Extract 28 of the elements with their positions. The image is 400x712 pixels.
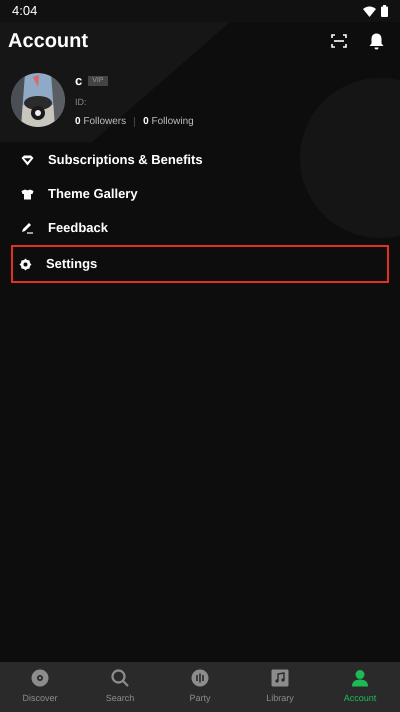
nav-tab[interactable]: Search	[80, 662, 160, 712]
person-icon	[351, 668, 369, 687]
notification-bell-icon[interactable]	[369, 32, 384, 50]
user-name: c	[75, 72, 82, 90]
gear-icon	[19, 258, 32, 270]
music-note-icon	[271, 668, 289, 687]
page-title: Account	[8, 29, 88, 54]
search-icon	[111, 668, 129, 687]
nav-tab[interactable]: Account	[320, 662, 400, 712]
disc-icon	[31, 668, 49, 687]
nav-tab[interactable]: Discover	[0, 662, 80, 712]
followers-link[interactable]: 0 Followers	[75, 114, 126, 129]
party-icon	[191, 668, 209, 687]
diamond-icon	[21, 154, 34, 166]
menu-item[interactable]: Subscriptions & Benefits	[11, 143, 389, 177]
wifi-icon	[363, 6, 376, 16]
battery-icon	[381, 5, 388, 17]
shirt-icon	[21, 188, 34, 200]
following-link[interactable]: 0 Following	[143, 114, 194, 129]
nav-tab[interactable]: Library	[240, 662, 320, 712]
scan-icon[interactable]	[331, 34, 347, 48]
menu-item[interactable]: Feedback	[11, 211, 389, 245]
menu-item[interactable]: Settings	[11, 245, 389, 283]
user-id-label: ID:	[75, 96, 88, 108]
menu-item[interactable]: Theme Gallery	[11, 177, 389, 211]
pen-icon	[21, 222, 34, 234]
status-time: 4:04	[12, 2, 38, 20]
nav-tab[interactable]: Party	[160, 662, 240, 712]
